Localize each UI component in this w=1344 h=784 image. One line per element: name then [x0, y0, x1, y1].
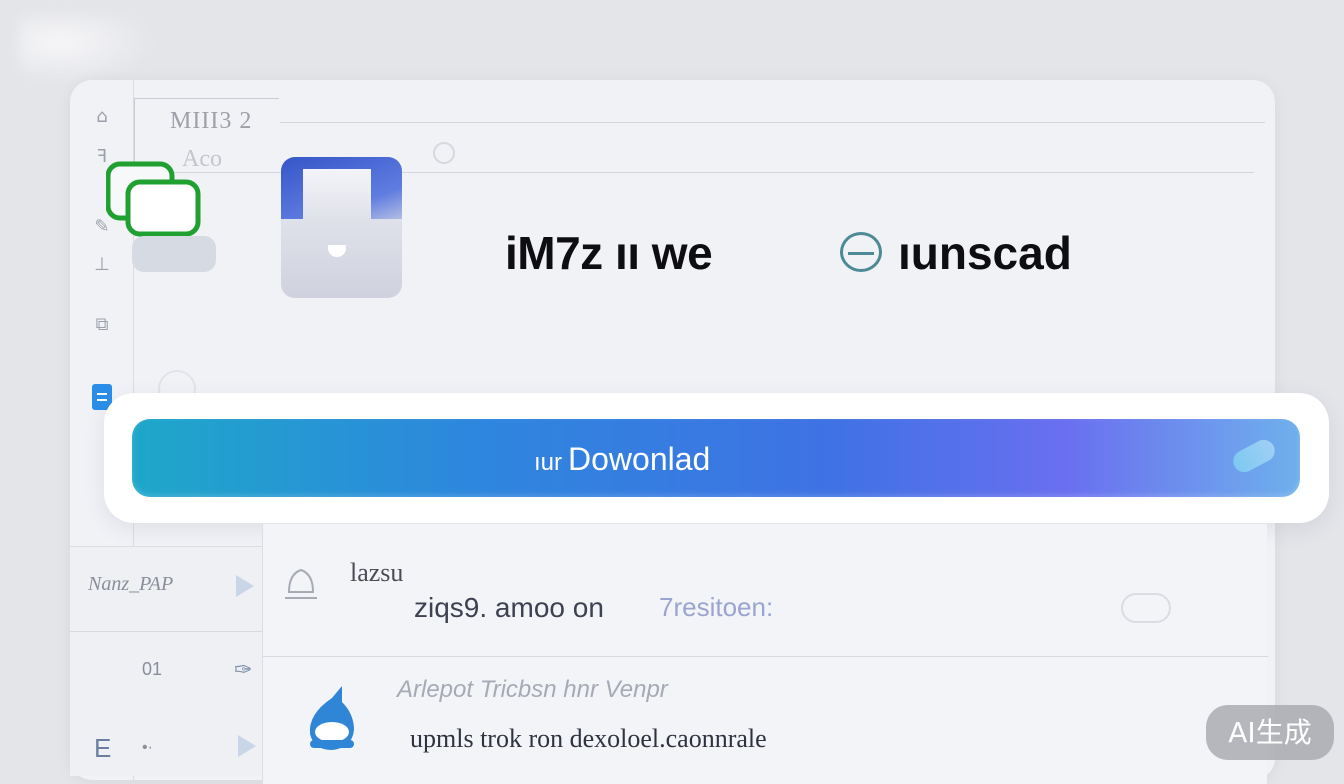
download-text: Dowonlad — [568, 441, 711, 477]
headline-left: iM7z ıı we — [505, 227, 713, 279]
row-primary: ziqs9. amoo on — [414, 592, 604, 623]
image-icon[interactable]: ⌂ — [90, 102, 114, 132]
brush-icon[interactable]: ✑ — [234, 657, 252, 683]
download-label: ıur Dowonlad — [534, 441, 710, 478]
download-card: ıur Dowonlad — [104, 393, 1329, 523]
folder-app-icon[interactable] — [281, 157, 402, 298]
divider — [280, 122, 1265, 123]
dots-icon: •· — [142, 739, 153, 756]
download-prefix: ıur — [534, 449, 563, 476]
sidebar-item-label: 01 — [142, 659, 163, 679]
ai-generated-badge: AI生成 — [1206, 705, 1334, 760]
layers-icon[interactable]: ⧉ — [90, 310, 114, 340]
water-drop-icon — [309, 686, 354, 750]
play-icon[interactable] — [238, 735, 256, 757]
row-primary: upmls trok ron dexoloel.caonnrale — [410, 724, 767, 753]
play-icon[interactable] — [236, 575, 254, 597]
sidebar-item-label: Nanz_PAP — [88, 573, 174, 595]
bell-icon — [285, 568, 317, 599]
minus-circle-icon[interactable] — [840, 232, 882, 272]
background-blur — [18, 14, 158, 84]
pencil-icon — [1229, 435, 1279, 477]
bottom-sidebar: Nanz_PAP 01 ✑ E •· — [70, 546, 262, 776]
download-button[interactable]: ıur Dowonlad — [132, 419, 1300, 497]
radio-button[interactable] — [433, 142, 455, 164]
row-label: lazsu — [350, 558, 404, 587]
toggle-switch[interactable] — [1121, 593, 1171, 623]
row-label: Arlepot Tricbsn hnr Venpr — [397, 676, 668, 703]
divider — [70, 631, 262, 632]
row-secondary: 7resitoen: — [659, 592, 774, 622]
sidebar-item-label: E — [94, 733, 112, 763]
header-title: MIII3 2 — [170, 108, 253, 134]
headline-right: ıunscad — [898, 227, 1072, 279]
copy-windows-icon[interactable] — [106, 160, 221, 280]
divider — [263, 656, 1268, 657]
